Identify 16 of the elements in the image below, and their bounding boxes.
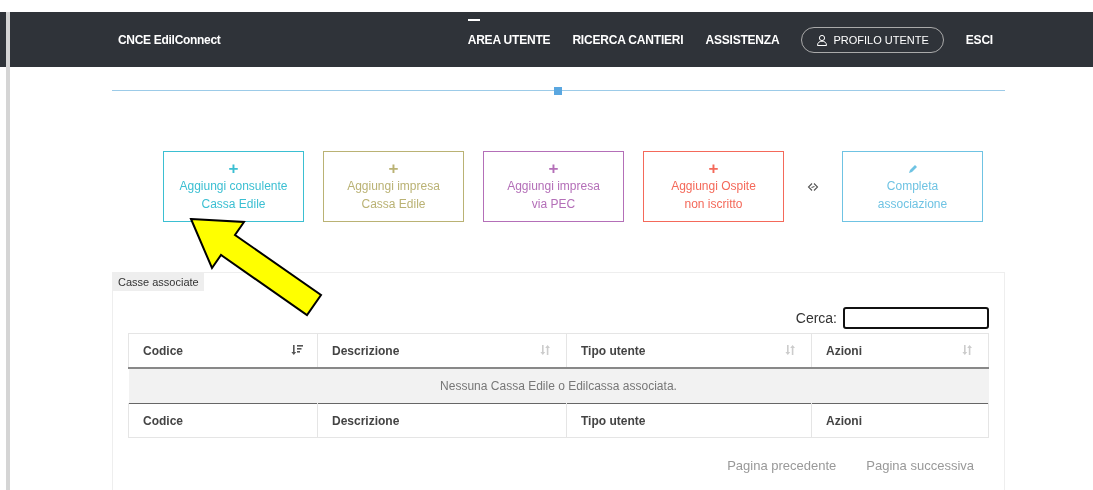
search-label: Cerca: bbox=[795, 310, 837, 326]
search-field[interactable] bbox=[843, 307, 989, 329]
nav-link[interactable]: ASSISTENZA bbox=[705, 32, 780, 47]
user-icon bbox=[816, 33, 829, 46]
nav-link[interactable]: RICERCA CANTIERI bbox=[572, 32, 684, 47]
column-footer: Descrizione bbox=[317, 403, 567, 438]
column-footer: Codice bbox=[128, 403, 318, 438]
column-footer: Azioni bbox=[811, 403, 989, 438]
logout-link[interactable]: ESCI bbox=[965, 32, 993, 47]
empty-table-message: Nessuna Cassa Edile o Edilcassa associata. bbox=[128, 368, 989, 404]
nav-link[interactable]: AREA UTENTE bbox=[467, 32, 551, 47]
link-icon bbox=[807, 180, 819, 193]
action-button[interactable]: + Aggiungi impresa via PEC bbox=[483, 151, 624, 222]
brand-name[interactable]: CNCE EdilConnect bbox=[118, 32, 221, 47]
column-footer: Tipo utente bbox=[566, 403, 812, 438]
pencil-icon bbox=[906, 162, 919, 175]
